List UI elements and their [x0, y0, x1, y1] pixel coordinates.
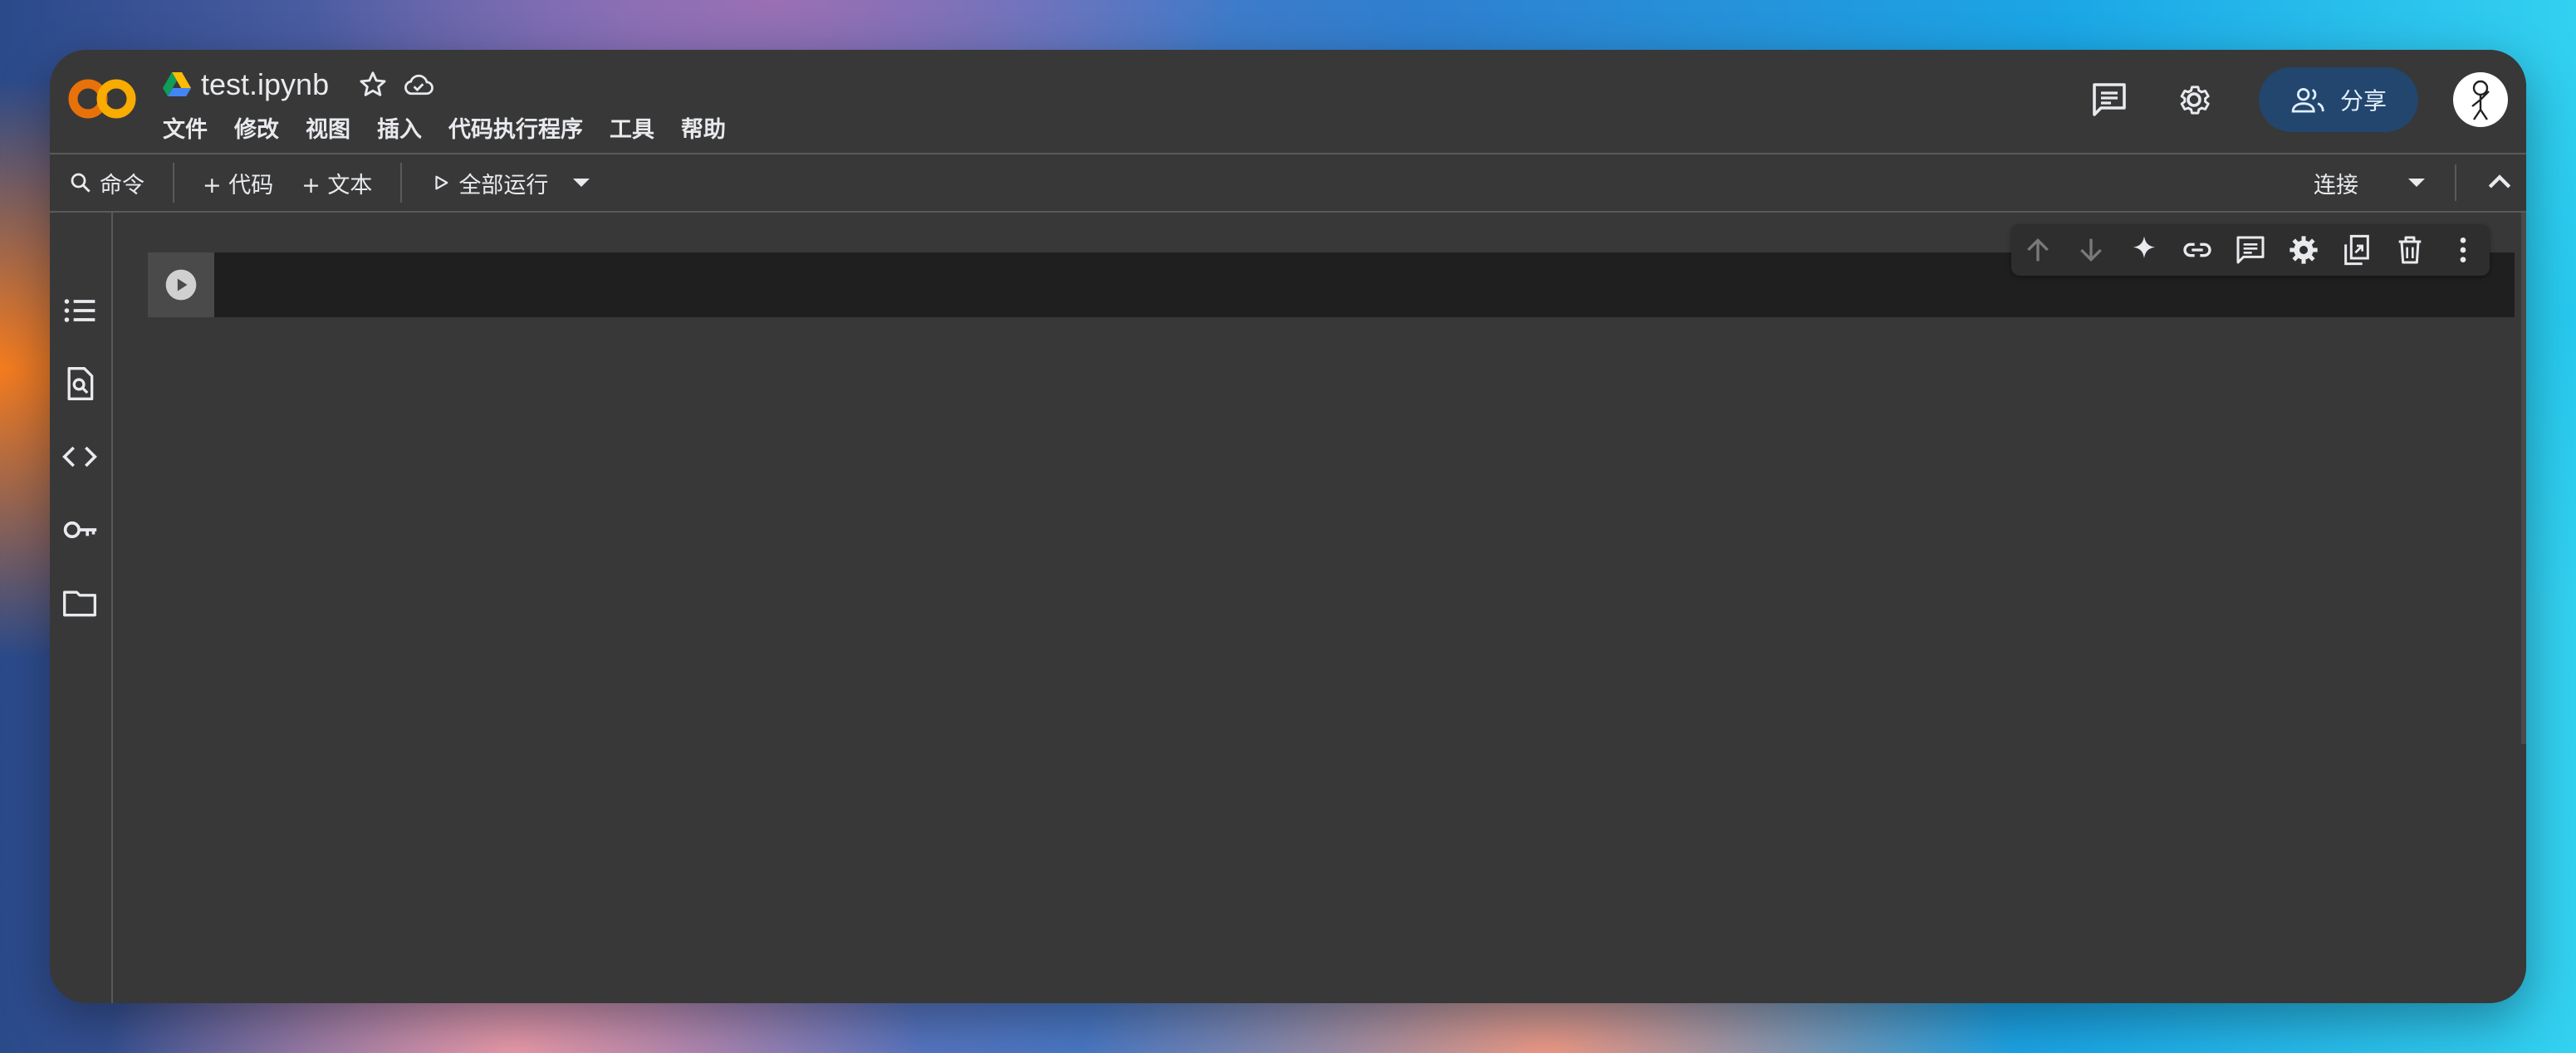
menu-tools[interactable]: 工具 [610, 111, 654, 144]
cell-toolbar [2011, 224, 2490, 276]
run-all-dropdown-icon[interactable] [571, 176, 591, 189]
play-circle-icon [165, 269, 197, 301]
comment-icon[interactable] [2234, 233, 2267, 267]
add-code-button[interactable]: + 代码 [203, 167, 273, 199]
menu-bar: 文件 修改 视图 插入 代码执行程序 工具 帮助 [163, 111, 752, 144]
command-palette-button[interactable]: 命令 [68, 167, 144, 199]
toolbar-divider [2455, 164, 2456, 201]
google-drive-icon[interactable] [163, 72, 191, 97]
user-avatar[interactable] [2453, 72, 2508, 127]
arrow-up-icon[interactable] [2021, 233, 2054, 267]
menu-insert[interactable]: 插入 [377, 111, 422, 144]
run-all-button[interactable]: 全部运行 [432, 167, 548, 199]
sparkle-icon[interactable] [2128, 233, 2161, 267]
table-of-contents-icon[interactable] [61, 292, 98, 329]
left-sidebar [50, 213, 113, 1003]
notebook-scrollbar[interactable] [2521, 213, 2526, 744]
add-code-label: + 代码 [203, 172, 274, 198]
menu-file[interactable]: 文件 [163, 111, 208, 144]
comment-icon[interactable] [2089, 80, 2129, 120]
avatar-drawing-icon [2471, 80, 2490, 120]
search-icon [71, 173, 91, 193]
folder-icon[interactable] [61, 585, 98, 621]
gear-icon[interactable] [2174, 80, 2214, 120]
mirror-cell-icon[interactable] [2340, 233, 2373, 267]
header-actions: 分享 [2089, 66, 2508, 133]
title-row: test.ipynb [163, 65, 435, 105]
trash-icon[interactable] [2393, 233, 2427, 267]
collapse-header-icon[interactable] [2483, 166, 2516, 199]
run-cell-button[interactable] [148, 252, 214, 317]
connect-button[interactable]: 连接 [2314, 154, 2427, 211]
header: test.ipynb 文件 修改 视图 插入 代码执行程序 工具 帮助 分享 [50, 50, 2526, 153]
more-vert-icon[interactable] [2446, 233, 2480, 267]
menu-edit[interactable]: 修改 [234, 111, 279, 144]
arrow-down-icon[interactable] [2074, 233, 2108, 267]
connect-label: 连接 [2314, 172, 2358, 198]
menu-help[interactable]: 帮助 [681, 111, 726, 144]
star-icon[interactable] [357, 69, 389, 100]
gear-icon[interactable] [2287, 233, 2320, 267]
command-label: 命令 [100, 172, 144, 198]
run-all-label: 全部运行 [458, 172, 549, 198]
code-snippets-icon[interactable] [61, 438, 98, 475]
colab-logo-icon[interactable] [66, 68, 140, 130]
secrets-key-icon[interactable] [61, 512, 98, 548]
share-label: 分享 [2339, 87, 2387, 115]
toolbar-divider [173, 163, 174, 203]
colab-window: test.ipynb 文件 修改 视图 插入 代码执行程序 工具 帮助 分享 命… [50, 50, 2526, 1003]
menu-view[interactable]: 视图 [306, 111, 350, 144]
add-text-button[interactable]: + 文本 [301, 167, 372, 199]
people-icon [2291, 88, 2324, 113]
play-outline-icon [435, 175, 448, 190]
cloud-saved-icon[interactable] [402, 69, 435, 100]
notebook-toolbar: 命令 + 代码 + 文本 全部运行 连接 [50, 153, 2526, 213]
menu-runtime[interactable]: 代码执行程序 [448, 111, 583, 144]
link-icon[interactable] [2181, 233, 2214, 267]
notebook-title[interactable]: test.ipynb [201, 67, 329, 102]
chevron-down-icon[interactable] [2407, 176, 2427, 189]
find-replace-icon[interactable] [61, 365, 98, 402]
add-text-label: + 文本 [301, 172, 373, 198]
toolbar-divider [400, 163, 403, 203]
share-button[interactable]: 分享 [2259, 67, 2418, 132]
